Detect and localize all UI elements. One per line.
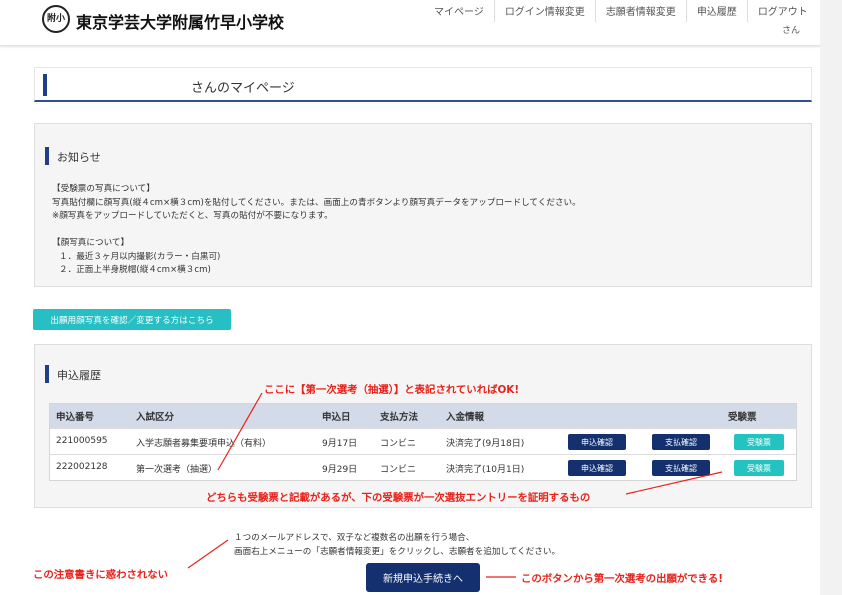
exam-ticket-button[interactable]: 受験票 <box>734 434 784 450</box>
history-panel: 申込履歴 申込番号 入試区分 申込日 支払方法 入金情報 受験票 2210005… <box>34 344 812 508</box>
table-row: 221000595 入学志願者募集要項申込（有料） 9月17日 コンビニ 決済完… <box>50 428 796 454</box>
payment-confirm-button[interactable]: 支払確認 <box>652 460 710 476</box>
annotation-line <box>187 539 229 569</box>
row-number: 222002128 <box>56 462 108 472</box>
history-heading: 申込履歴 <box>45 365 101 383</box>
annotation-category-ok: ここに【第一次選考（抽選）】と表記されていればOK! <box>264 384 520 396</box>
nav-login-info[interactable]: ログイン情報変更 <box>493 0 595 22</box>
title-accent <box>43 74 47 96</box>
page-title-bar: さんのマイページ <box>34 67 812 102</box>
site-header: 附小 東京学芸大学附属竹早小学校 マイページ ログイン情報変更 志願者情報変更 … <box>0 0 820 46</box>
row-date: 9月17日 <box>322 439 358 449</box>
footer-note-line2: 画面右上メニューの「志願者情報変更」をクリックし、志願者を追加してください。 <box>234 547 561 557</box>
col-date: 申込日 <box>322 412 351 423</box>
col-ticket: 受験票 <box>728 412 757 423</box>
col-status: 入金情報 <box>446 412 485 423</box>
annotation-ticket-note: どちらも受験票と記載があるが、下の受験票が一次選抜エントリーを証明するもの <box>206 492 591 504</box>
notice-line: ２．正面上半身脱帽(縦４cm×横３cm) <box>59 265 211 275</box>
apply-confirm-button[interactable]: 申込確認 <box>568 460 626 476</box>
col-payment: 支払方法 <box>380 412 419 423</box>
row-number: 221000595 <box>56 436 108 446</box>
page-title: さんのマイページ <box>191 81 295 96</box>
row-date: 9月29日 <box>322 465 358 475</box>
user-name-suffix: さん <box>782 26 801 36</box>
apply-confirm-button[interactable]: 申込確認 <box>568 434 626 450</box>
notice-heading: お知らせ <box>45 147 101 165</box>
col-category: 入試区分 <box>136 412 175 423</box>
notice-line: １．最近３ヶ月以内撮影(カラー・白黒可) <box>59 252 221 262</box>
school-logo: 附小 <box>42 5 70 33</box>
notice-line: 【顔写真について】 <box>52 238 130 248</box>
footer-note-line1: １つのメールアドレスで、双子など複数名の出願を行う場合、 <box>234 533 475 543</box>
nav-applicant-info[interactable]: 志願者情報変更 <box>594 0 686 22</box>
annotation-ignore-note: この注意書きに惑わされない <box>33 569 169 581</box>
table-row: 222002128 第一次選考（抽選） 9月29日 コンビニ 決済完了(10月1… <box>50 454 796 480</box>
nav-history[interactable]: 申込履歴 <box>685 0 747 22</box>
notice-line: 【受験票の写真について】 <box>52 184 155 194</box>
payment-confirm-button[interactable]: 支払確認 <box>652 434 710 450</box>
row-status: 決済完了(10月1日) <box>446 465 525 475</box>
annotation-button-note: このボタンから第一次選考の出願ができる! <box>521 573 723 585</box>
scrollbar-track[interactable] <box>820 0 842 595</box>
new-application-button[interactable]: 新規申込手続きへ <box>366 563 480 592</box>
col-number: 申込番号 <box>56 412 95 423</box>
notice-line: ※顔写真をアップロードしていただくと、写真の貼付が不要になります。 <box>52 211 333 221</box>
top-nav: マイページ ログイン情報変更 志願者情報変更 申込履歴 ログアウト <box>424 0 818 22</box>
row-payment: コンビニ <box>380 439 417 449</box>
notice-panel: お知らせ 【受験票の写真について】 写真貼付欄に顔写真(縦４cm×横３cm)を貼… <box>34 123 812 287</box>
row-status: 決済完了(9月18日) <box>446 439 525 449</box>
school-name: 東京学芸大学附属竹早小学校 <box>76 13 285 32</box>
user-name-redacted <box>51 73 181 97</box>
nav-mypage[interactable]: マイページ <box>424 0 494 22</box>
row-category: 第一次選考（抽選） <box>136 465 218 475</box>
exam-ticket-button[interactable]: 受験票 <box>734 460 784 476</box>
nav-logout[interactable]: ログアウト <box>746 0 818 22</box>
table-header: 申込番号 入試区分 申込日 支払方法 入金情報 受験票 <box>50 404 796 428</box>
row-category: 入学志願者募集要項申込（有料） <box>136 439 272 449</box>
photo-change-button[interactable]: 出願用顔写真を確認／変更する方はこちら <box>33 309 231 330</box>
history-table: 申込番号 入試区分 申込日 支払方法 入金情報 受験票 221000595 入学… <box>49 403 797 481</box>
row-payment: コンビニ <box>380 465 417 475</box>
notice-line: 写真貼付欄に顔写真(縦４cm×横３cm)を貼付してください。または、画面上の青ボ… <box>52 198 581 208</box>
